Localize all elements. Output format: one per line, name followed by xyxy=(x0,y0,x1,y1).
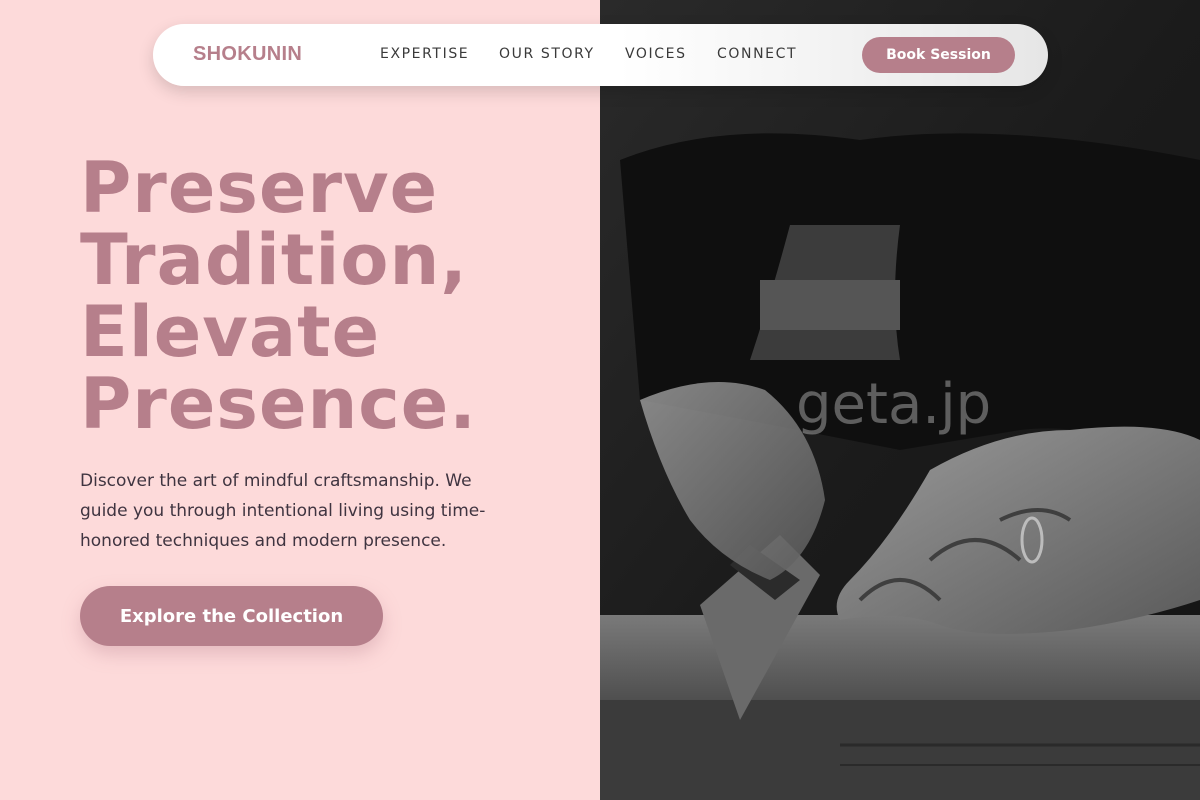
top-navigation: SHOKUNIN EXPERTISE OUR STORY VOICES CONN… xyxy=(153,24,1048,86)
hero-title-line: Presence. xyxy=(80,363,477,445)
explore-collection-button[interactable]: Explore the Collection xyxy=(80,586,383,646)
hero-title-line: Tradition, xyxy=(80,219,468,301)
nav-link-our-story[interactable]: OUR STORY xyxy=(499,46,595,62)
nav-link-expertise[interactable]: EXPERTISE xyxy=(380,46,469,62)
nav-link-voices[interactable]: VOICES xyxy=(625,46,687,62)
image-watermark: geta.jp xyxy=(796,372,992,437)
hero-title-line: Elevate xyxy=(80,291,381,373)
hero-description: Discover the art of mindful craftsmanshi… xyxy=(80,471,486,551)
brand-logo[interactable]: SHOKUNIN xyxy=(193,43,302,66)
hero-title-line: Preserve xyxy=(80,147,439,229)
book-session-button[interactable]: Book Session xyxy=(862,37,1015,73)
nav-link-connect[interactable]: CONNECT xyxy=(717,46,797,62)
hero-title: Preserve Tradition, Elevate Presence. xyxy=(80,152,600,440)
